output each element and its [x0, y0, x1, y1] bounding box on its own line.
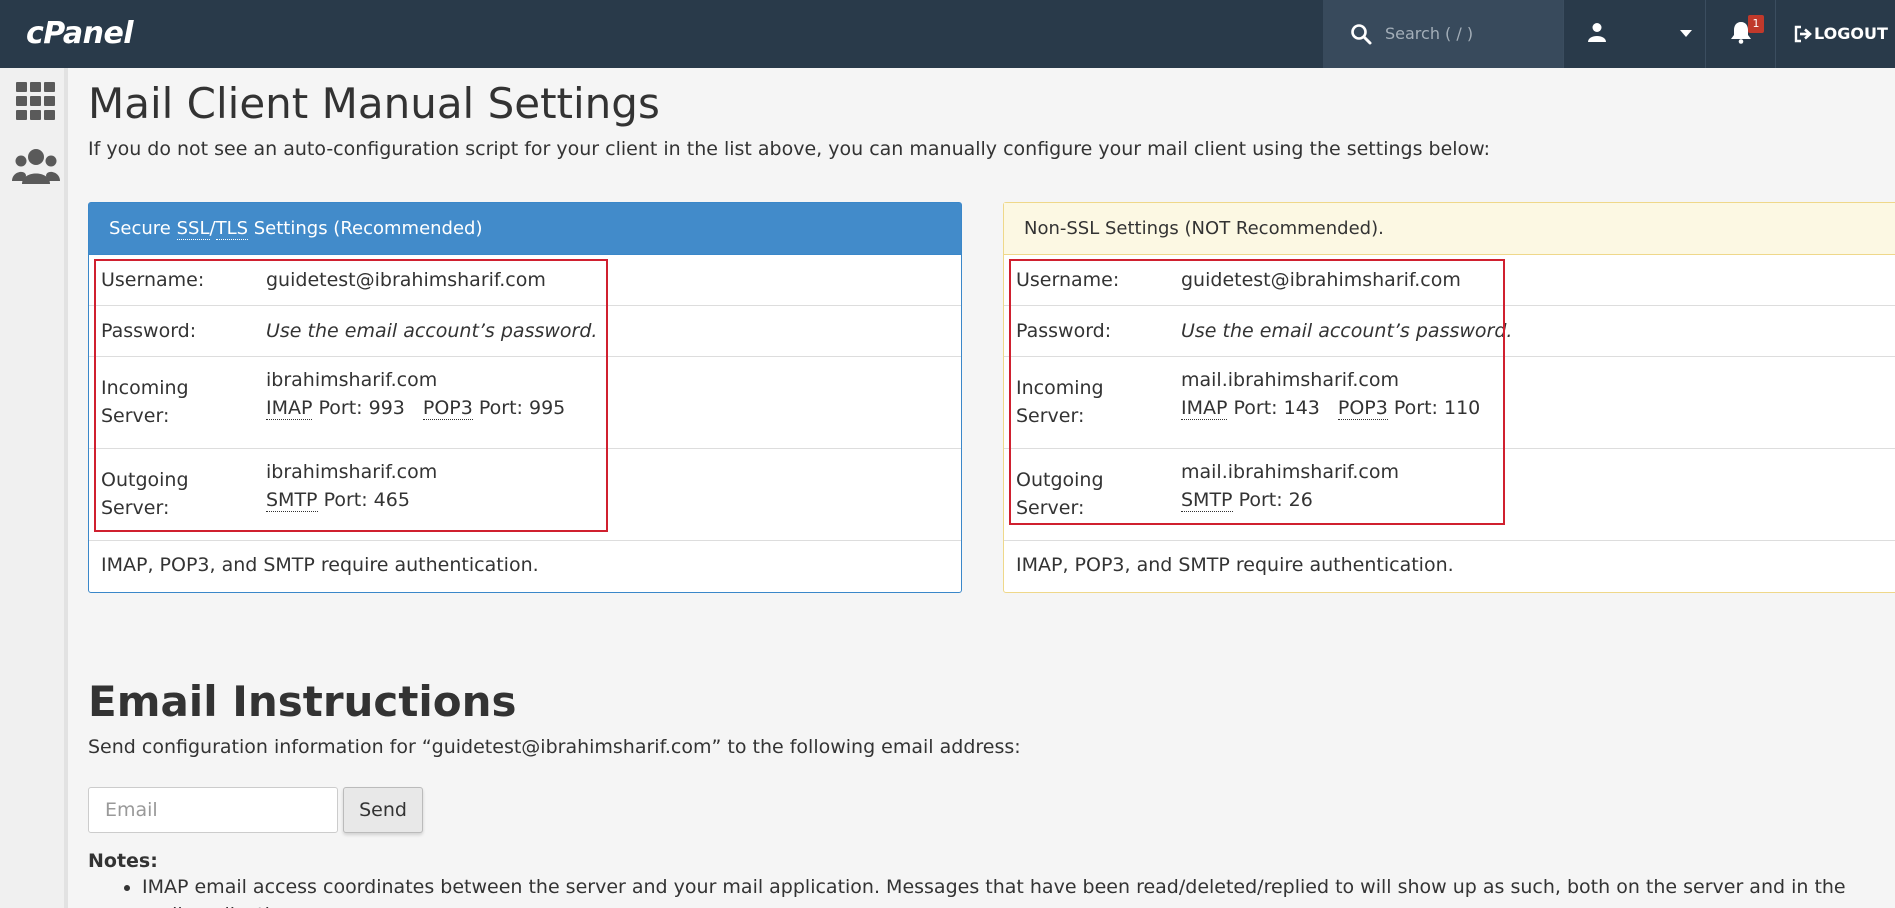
username-value: guidetest@ibrahimsharif.com	[266, 269, 546, 291]
ssl-heading-prefix: Secure	[109, 218, 177, 239]
page-title: Mail Client Manual Settings	[88, 79, 660, 128]
table-row: Incoming Server: ibrahimsharif.com IMAP …	[89, 357, 961, 449]
imap-abbr: IMAP	[1181, 397, 1228, 420]
pop3-abbr: POP3	[1337, 397, 1388, 420]
auth-note: IMAP, POP3, and SMTP require authenticat…	[1016, 554, 1454, 576]
outgoing-host: ibrahimsharif.com	[266, 461, 438, 483]
imap-port: Port: 143	[1227, 397, 1320, 419]
table-row: IMAP, POP3, and SMTP require authenticat…	[89, 541, 961, 591]
logout-icon	[1794, 25, 1812, 43]
nonssl-settings-table: Username: guidetest@ibrahimsharif.com Pa…	[1004, 255, 1895, 591]
table-row: Outgoing Server: mail.ibrahimsharif.com …	[1004, 449, 1895, 541]
notes-title: Notes:	[88, 850, 158, 872]
outgoing-host: mail.ibrahimsharif.com	[1181, 461, 1399, 483]
search-icon	[1351, 24, 1372, 45]
users-icon[interactable]	[12, 148, 60, 184]
email-field[interactable]	[88, 787, 338, 833]
outgoing-server-label: Outgoing Server:	[101, 469, 189, 519]
logout-label: LOGOUT	[1814, 24, 1888, 43]
username-label: Username:	[101, 269, 205, 291]
send-button[interactable]: Send	[343, 787, 423, 833]
ssl-settings-panel: Secure SSL/TLS Settings (Recommended) Us…	[88, 202, 962, 593]
smtp-abbr: SMTP	[1181, 489, 1233, 512]
password-label: Password:	[101, 320, 197, 342]
send-info-text: Send configuration information for “guid…	[88, 736, 1021, 758]
cpanel-logo[interactable]: cPanel	[26, 12, 134, 56]
imap-port: Port: 993	[312, 397, 405, 419]
incoming-server-value: mail.ibrahimsharif.com IMAP Port: 143 POP…	[1181, 366, 1480, 422]
username-label: Username:	[1016, 269, 1120, 291]
incoming-host: mail.ibrahimsharif.com	[1181, 369, 1399, 391]
ssl-panel-heading: Secure SSL/TLS Settings (Recommended)	[89, 203, 961, 255]
table-row: Incoming Server: mail.ibrahimsharif.com …	[1004, 357, 1895, 449]
table-row: Password: Use the email account’s passwo…	[89, 306, 961, 357]
password-value: Use the email account’s password.	[1181, 320, 1513, 342]
table-row: Username: guidetest@ibrahimsharif.com	[89, 255, 961, 306]
pop3-port: Port: 995	[472, 397, 566, 419]
table-row: Password: Use the email account’s passwo…	[1004, 306, 1895, 357]
nonssl-panel-heading: Non-SSL Settings (NOT Recommended).	[1004, 203, 1895, 255]
intro-text: If you do not see an auto-configuration …	[88, 138, 1491, 160]
smtp-port: Port: 26	[1232, 489, 1313, 511]
outgoing-server-value: mail.ibrahimsharif.com SMTP Port: 26	[1181, 458, 1399, 514]
logout-button[interactable]: LOGOUT	[1794, 22, 1888, 46]
outgoing-server-label: Outgoing Server:	[1016, 469, 1104, 519]
notes-list: IMAP email access coordinates between th…	[118, 873, 1858, 908]
table-row: IMAP, POP3, and SMTP require authenticat…	[1004, 541, 1895, 591]
notifications-button[interactable]: 1	[1706, 0, 1776, 68]
pop3-port: Port: 110	[1387, 397, 1481, 419]
table-row: Outgoing Server: ibrahimsharif.com SMTP …	[89, 449, 961, 541]
user-menu[interactable]	[1563, 0, 1706, 68]
top-navbar: cPanel Search ( / ) 1 LOGOUT	[0, 0, 1895, 68]
outgoing-server-value: ibrahimsharif.com SMTP Port: 465	[266, 458, 437, 514]
user-icon	[1588, 23, 1606, 42]
side-rail	[0, 68, 68, 908]
password-value: Use the email account’s password.	[266, 320, 598, 342]
password-label: Password:	[1016, 320, 1112, 342]
ssl-abbr: SSL	[176, 218, 210, 240]
imap-abbr: IMAP	[266, 397, 313, 420]
auth-note: IMAP, POP3, and SMTP require authenticat…	[101, 554, 539, 576]
ssl-heading-suffix: Settings (Recommended)	[248, 218, 483, 239]
tls-abbr: TLS	[215, 218, 249, 240]
ssl-heading-sep: /	[209, 218, 216, 239]
incoming-server-label: Incoming Server:	[101, 377, 189, 427]
apps-grid-icon[interactable]	[16, 82, 56, 120]
section-title: Email Instructions	[88, 677, 517, 726]
smtp-abbr: SMTP	[266, 489, 318, 512]
incoming-host: ibrahimsharif.com	[266, 369, 438, 391]
incoming-server-label: Incoming Server:	[1016, 377, 1104, 427]
table-row: Username: guidetest@ibrahimsharif.com	[1004, 255, 1895, 306]
global-search[interactable]: Search ( / )	[1323, 0, 1563, 68]
nonssl-settings-panel: Non-SSL Settings (NOT Recommended). User…	[1003, 202, 1895, 593]
notification-badge: 1	[1748, 15, 1764, 33]
search-placeholder[interactable]: Search ( / )	[1385, 22, 1473, 46]
chevron-down-icon	[1680, 30, 1692, 37]
list-item: IMAP email access coordinates between th…	[142, 873, 1858, 908]
smtp-port: Port: 465	[317, 489, 410, 511]
ssl-settings-table: Username: guidetest@ibrahimsharif.com Pa…	[89, 255, 961, 591]
incoming-server-value: ibrahimsharif.com IMAP Port: 993 POP3 Por…	[266, 366, 565, 422]
username-value: guidetest@ibrahimsharif.com	[1181, 269, 1461, 291]
pop3-abbr: POP3	[422, 397, 473, 420]
